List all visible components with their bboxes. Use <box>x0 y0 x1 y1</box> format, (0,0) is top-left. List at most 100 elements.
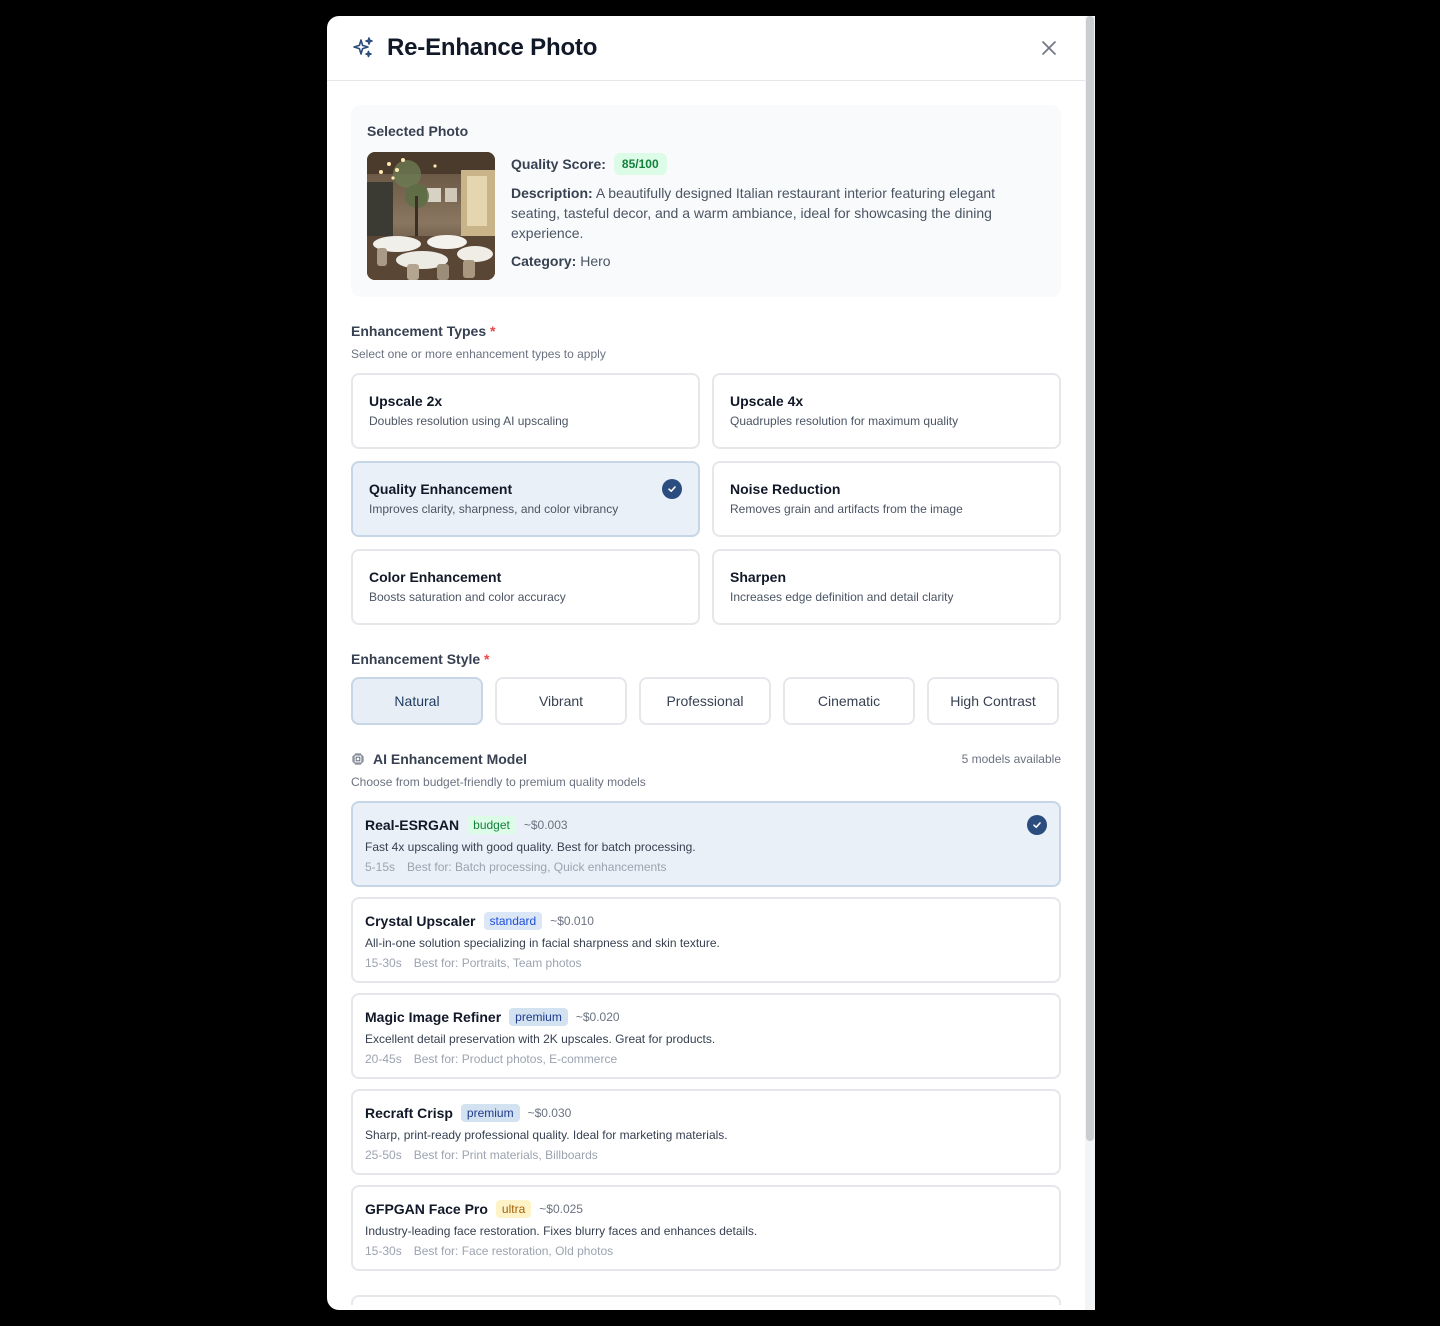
model-meta: 20-45s Best for: Product photos, E-commer… <box>365 1052 1047 1066</box>
style-option-vibrant[interactable]: Vibrant <box>495 677 627 725</box>
check-icon <box>1027 815 1047 835</box>
required-mark: * <box>490 323 496 339</box>
model-hint: Choose from budget-friendly to premium q… <box>351 775 646 789</box>
enhancement-types-title: Enhancement Types * <box>351 323 1061 339</box>
style-option-professional[interactable]: Professional <box>639 677 771 725</box>
style-option-natural[interactable]: Natural <box>351 677 483 725</box>
description-label: Description: <box>511 185 593 201</box>
enhancement-type-title: Quality Enhancement <box>369 481 513 497</box>
enhancement-type-noise-reduction[interactable]: Noise Reduction Removes grain and artifac… <box>712 461 1061 537</box>
enhancement-type-title: Color Enhancement <box>369 569 502 585</box>
model-desc: All-in-one solution specializing in faci… <box>365 936 720 950</box>
model-tier-badge: ultra <box>495 1200 532 1218</box>
enhancement-type-desc: Boosts saturation and color accuracy <box>369 590 566 604</box>
quality-score-badge: 85/100 <box>613 153 667 175</box>
scrollbar[interactable] <box>1085 16 1095 1310</box>
style-option-cinematic[interactable]: Cinematic <box>783 677 915 725</box>
enhancement-type-color-enhancement[interactable]: Color Enhancement Boosts saturation and c… <box>351 549 700 625</box>
model-best-for: Best for: Product photos, E-commerce <box>413 1052 618 1066</box>
selected-photo-card: Selected Photo Quality Score: 85/100 Des… <box>351 105 1061 297</box>
model-name: Real-ESRGAN <box>365 817 460 833</box>
enhancement-type-desc: Improves clarity, sharpness, and color v… <box>369 502 619 516</box>
photo-description: Description: A beautifully designed Ital… <box>511 183 1035 243</box>
enhancement-type-title: Upscale 2x <box>369 393 443 409</box>
model-price: ~$0.025 <box>539 1202 583 1216</box>
enhancement-type-title: Noise Reduction <box>730 481 841 497</box>
quality-score-label: Quality Score: <box>511 156 606 172</box>
model-section-title: AI Enhancement Model <box>373 751 528 767</box>
model-option-magic-image-refiner[interactable]: Magic Image Refiner premium ~$0.020 Excelle… <box>351 993 1061 1079</box>
model-price: ~$0.010 <box>550 914 594 928</box>
enhancement-types-grid: Upscale 2x Doubles resolution using AI up… <box>351 373 1061 625</box>
model-name: Magic Image Refiner <box>365 1009 502 1025</box>
selected-photo-label: Selected Photo <box>367 123 469 139</box>
model-option-recraft-crisp[interactable]: Recraft Crisp premium ~$0.030 Sharp, print-… <box>351 1089 1061 1175</box>
enhancement-types-title-text: Enhancement Types <box>351 323 487 339</box>
category-value: Hero <box>580 253 611 269</box>
category-label: Category: <box>511 253 577 269</box>
enhancement-style-title: Enhancement Style * <box>351 651 1061 667</box>
style-option-high-contrast[interactable]: High Contrast <box>927 677 1059 725</box>
model-price: ~$0.030 <box>527 1106 572 1120</box>
enhancement-type-upscale-2x[interactable]: Upscale 2x Doubles resolution using AI up… <box>351 373 700 449</box>
model-desc: Excellent detail preservation with 2K up… <box>365 1032 716 1046</box>
model-price: ~$0.003 <box>523 818 568 832</box>
model-best-for: Best for: Portraits, Team photos <box>413 956 582 970</box>
enhancement-type-quality-enhancement[interactable]: Quality Enhancement Improves clarity, sha… <box>351 461 700 537</box>
model-meta: 15-30s Best for: Portraits, Team photos <box>365 956 1047 970</box>
model-time: 15-30s <box>365 956 402 970</box>
enhancement-type-title: Upscale 4x <box>730 393 804 409</box>
model-time: 5-15s <box>365 860 396 874</box>
cpu-chip-icon <box>352 753 364 765</box>
model-best-for: Best for: Batch processing, Quick enhanc… <box>407 860 667 874</box>
model-option-gfpgan-face-pro[interactable]: GFPGAN Face Pro ultra ~$0.025 Industry-lead… <box>351 1185 1061 1271</box>
model-option-crystal-upscaler[interactable]: Crystal Upscaler standard ~$0.010 All-in-on… <box>351 897 1061 983</box>
model-price: ~$0.020 <box>575 1010 620 1024</box>
dialog-body: Selected Photo Quality Score: 85/100 Des… <box>327 81 1095 1305</box>
enhancement-style-title-text: Enhancement Style <box>351 651 481 667</box>
enhancement-type-desc: Increases edge definition and detail cla… <box>730 590 954 604</box>
scrollbar-thumb[interactable] <box>1086 16 1094 1141</box>
model-list: Real-ESRGAN budget ~$0.003 Fast 4x upscalin… <box>351 801 1061 1271</box>
enhancement-type-upscale-4x[interactable]: Upscale 4x Quadruples resolution for maxi… <box>712 373 1061 449</box>
model-tier-badge: budget <box>467 816 516 834</box>
model-name: Recraft Crisp <box>365 1105 453 1121</box>
enhancement-style-options: Natural Vibrant Professional Cinematic High … <box>351 677 1061 725</box>
sparkles-icon <box>353 37 373 58</box>
model-meta: 15-30s Best for: Face restoration, Old ph… <box>365 1244 1047 1258</box>
photo-info: Quality Score: 85/100 Description: A bea… <box>511 152 1045 280</box>
enhancement-types-section: Enhancement Types * Select one or more e… <box>351 323 1061 625</box>
model-tier-badge: standard <box>483 912 543 930</box>
model-tier-badge: premium <box>509 1008 568 1026</box>
model-desc: Sharp, print-ready professional quality.… <box>365 1128 728 1142</box>
model-time: 15-30s <box>365 1244 402 1258</box>
model-time: 20-45s <box>365 1052 402 1066</box>
model-tier-badge: premium <box>460 1104 520 1122</box>
enhancement-type-sharpen[interactable]: Sharpen Increases edge definition and det… <box>712 549 1061 625</box>
model-section: AI Enhancement Model 5 models available … <box>351 751 1061 1305</box>
enhancement-types-hint: Select one or more enhancement types to … <box>351 347 606 361</box>
model-best-for: Best for: Face restoration, Old photos <box>413 1244 614 1258</box>
model-desc: Fast 4x upscaling with good quality. Bes… <box>365 840 696 854</box>
model-meta: 5-15s Best for: Batch processing, Quick e… <box>365 860 1047 874</box>
model-desc: Industry-leading face restoration. Fixes… <box>365 1224 758 1238</box>
enhancement-type-desc: Quadruples resolution for maximum qualit… <box>730 414 959 428</box>
enhancement-style-section: Enhancement Style * Natural Vibrant Profes… <box>351 651 1061 725</box>
dialog-title: Re-Enhance Photo <box>387 34 598 61</box>
photo-thumbnail <box>367 152 495 280</box>
model-time: 25-50s <box>365 1148 402 1162</box>
model-best-for: Best for: Print materials, Billboards <box>413 1148 598 1162</box>
model-count: 5 models available <box>961 752 1061 766</box>
re-enhance-dialog: Re-Enhance Photo Selected Photo Quality … <box>327 16 1095 1310</box>
close-icon[interactable] <box>1039 38 1059 58</box>
model-name: GFPGAN Face Pro <box>365 1201 488 1217</box>
enhancement-type-desc: Doubles resolution using AI upscaling <box>369 414 569 428</box>
model-option-real-esrgan[interactable]: Real-ESRGAN budget ~$0.003 Fast 4x upscalin… <box>351 801 1061 887</box>
next-section-peek <box>351 1295 1061 1305</box>
photo-category: Category: Hero <box>511 251 1035 271</box>
required-mark: * <box>484 651 490 667</box>
dialog-header: Re-Enhance Photo <box>327 16 1095 81</box>
check-icon <box>662 479 682 499</box>
enhancement-type-desc: Removes grain and artifacts from the ima… <box>730 502 963 516</box>
model-name: Crystal Upscaler <box>365 913 476 929</box>
